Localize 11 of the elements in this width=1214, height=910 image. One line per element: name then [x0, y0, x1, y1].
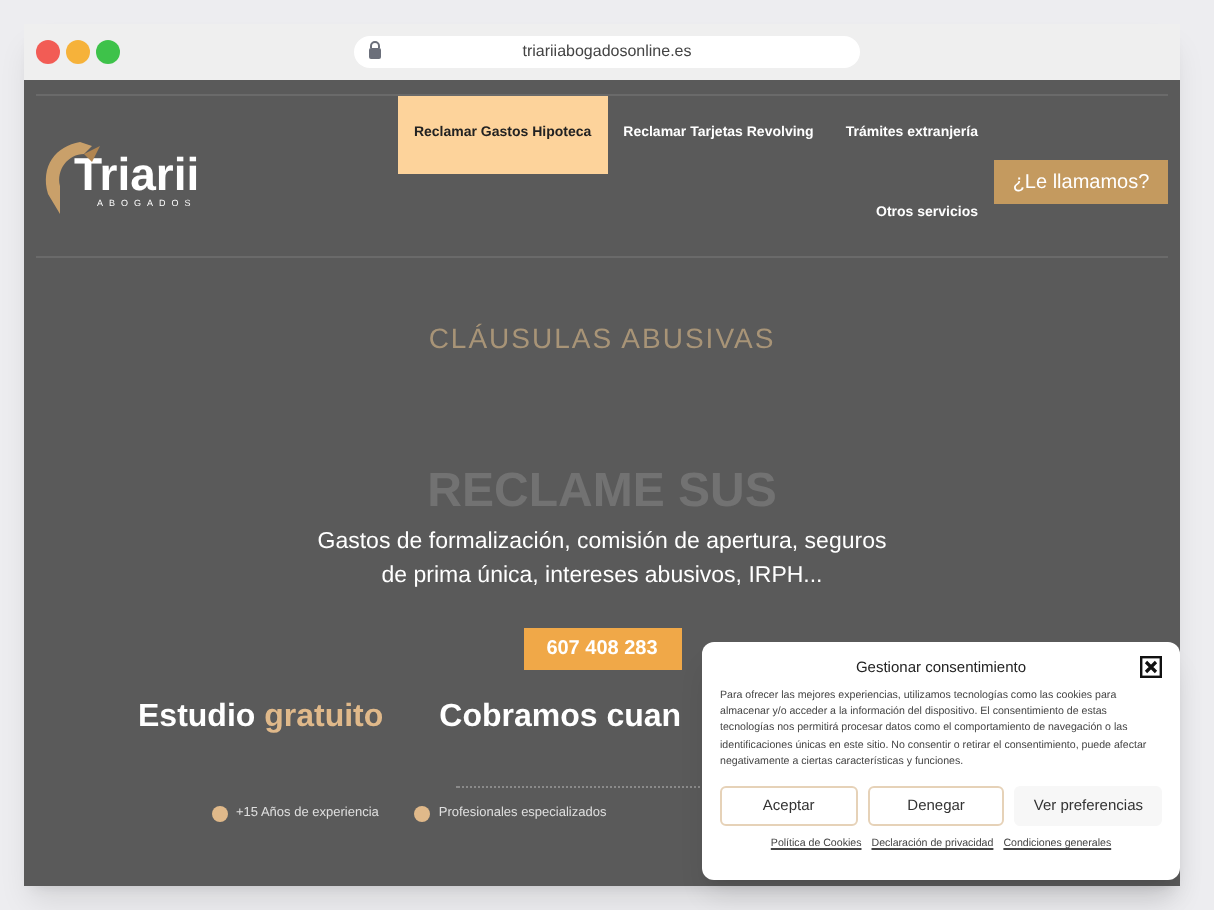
lock-icon	[368, 40, 382, 60]
logo-text: Triarii	[74, 152, 200, 199]
close-icon[interactable]	[1140, 656, 1162, 678]
badge-icon	[212, 805, 228, 822]
hero-description: Gastos de formalización, comisión de apertura, seguros de prima única, intereses abusivos, IRPH...	[315, 528, 889, 592]
url-text: triariiabogadosonline.es	[522, 40, 692, 64]
feature-heading: Cobramos cuan	[439, 698, 682, 738]
feature-heading: Estudio gratuito	[138, 698, 384, 738]
section-eyebrow: CLÁUSULAS ABUSIVAS	[428, 320, 776, 358]
badge-icon	[414, 805, 431, 822]
address-bar[interactable]: triariiabogadosonline.es	[354, 36, 860, 68]
